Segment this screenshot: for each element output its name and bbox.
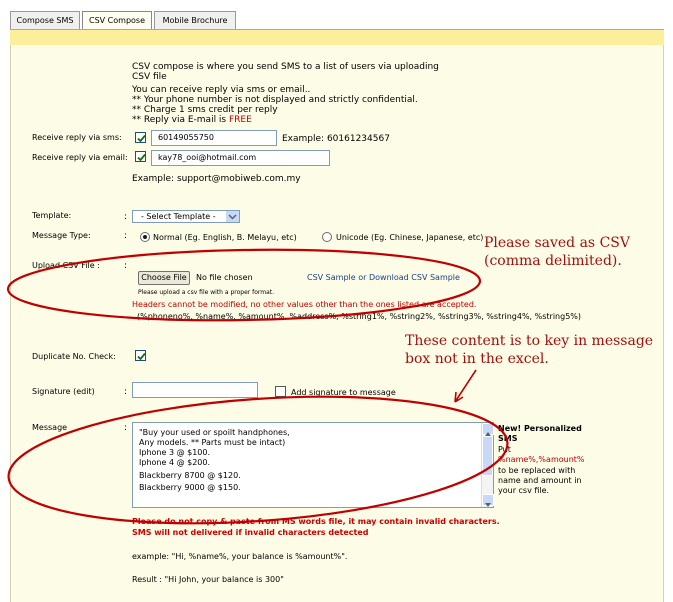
upload-circle-annotation xyxy=(6,248,482,322)
arrow-annotation xyxy=(454,369,477,403)
annotation-overlay xyxy=(6,248,509,525)
message-circle-annotation xyxy=(7,395,509,525)
